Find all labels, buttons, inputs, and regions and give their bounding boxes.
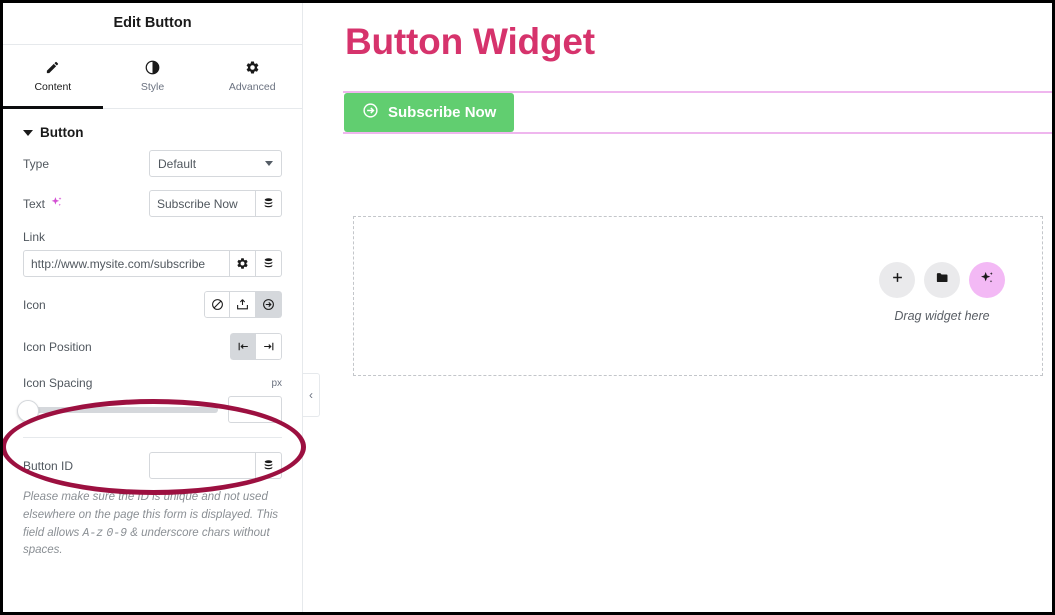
help-mono-1: A-z [82, 526, 104, 540]
field-button-id: Button ID [3, 452, 302, 479]
none-icon[interactable] [204, 291, 230, 318]
text-control: Subscribe Now [149, 190, 282, 217]
ai-sparkle-icon [979, 270, 995, 291]
tab-content-label: Content [34, 81, 72, 93]
field-icon-spacing [3, 396, 302, 423]
subscribe-now-button-label: Subscribe Now [388, 104, 497, 121]
widget-dropzone[interactable]: Drag widget here [353, 216, 1043, 376]
icon-choice-group [204, 291, 282, 318]
link-input[interactable]: http://www.mysite.com/subscribe [23, 250, 230, 277]
pencil-icon [45, 60, 60, 75]
panel-title: Edit Button [3, 3, 302, 45]
divider [23, 437, 282, 438]
button-id-help-text: Please make sure the ID is unique and no… [3, 485, 302, 560]
arrow-circle-right-icon[interactable] [256, 291, 282, 318]
icon-position-choice-group [230, 333, 282, 360]
type-label: Type [23, 156, 50, 171]
field-icon-spacing-header: Icon Spacing px [3, 376, 302, 390]
align-left-icon[interactable] [230, 333, 256, 360]
subscribe-now-button[interactable]: Subscribe Now [344, 93, 515, 132]
field-link: http://www.mysite.com/subscribe [3, 250, 302, 277]
type-select-value: Default [158, 156, 197, 171]
panel-collapse-button[interactable]: ‹ [303, 373, 320, 417]
field-icon-position: Icon Position [3, 333, 302, 360]
link-settings-gear-icon[interactable] [230, 250, 256, 277]
dropzone-label: Drag widget here [894, 309, 990, 323]
tab-advanced-label: Advanced [228, 81, 276, 93]
tab-style-label: Style [140, 81, 165, 93]
arrow-circle-right-icon [362, 102, 379, 123]
field-type: Type Default [3, 150, 302, 177]
icon-spacing-slider[interactable] [17, 399, 218, 422]
upload-icon[interactable] [230, 291, 256, 318]
chevron-down-icon [265, 161, 273, 166]
panel-tabs: Content Style Advanced [3, 45, 302, 109]
text-label: Text [23, 196, 149, 212]
folder-icon [935, 270, 950, 290]
tab-content[interactable]: Content [3, 45, 103, 109]
gear-icon [245, 60, 260, 75]
elementor-editor-screen: Edit Button Content Style Advanced Butto… [0, 0, 1055, 615]
type-control: Default [149, 150, 282, 177]
icon-spacing-slider-handle[interactable] [17, 399, 39, 422]
tab-style[interactable]: Style [103, 45, 203, 108]
contrast-icon [145, 60, 160, 75]
type-select[interactable]: Default [149, 150, 282, 177]
widget-selection-outline: Subscribe Now [343, 91, 1052, 134]
field-text: Text Subscribe Now [3, 190, 302, 217]
icon-spacing-input[interactable] [228, 396, 282, 423]
button-id-input[interactable] [149, 452, 256, 479]
plus-icon [890, 270, 905, 290]
text-label-text: Text [23, 196, 46, 211]
icon-spacing-unit[interactable]: px [271, 378, 282, 389]
link-label: Link [23, 230, 46, 244]
dynamic-tags-icon[interactable] [256, 452, 282, 479]
section-button-title: Button [40, 125, 84, 140]
dynamic-tags-icon[interactable] [256, 250, 282, 277]
open-library-button[interactable] [924, 262, 960, 298]
edit-button-panel: Edit Button Content Style Advanced Butto… [3, 3, 303, 612]
preview-canvas: Button Widget Subscribe Now Drag widget … [304, 3, 1052, 612]
icon-spacing-label: Icon Spacing [23, 376, 93, 390]
dynamic-tags-icon[interactable] [256, 190, 282, 217]
page-title: Button Widget [345, 21, 595, 62]
chevron-left-icon: ‹ [309, 388, 313, 402]
add-element-button[interactable] [879, 262, 915, 298]
text-input[interactable]: Subscribe Now [149, 190, 256, 217]
chevron-down-icon [23, 129, 33, 136]
align-right-icon[interactable] [256, 333, 282, 360]
dropzone-inner: Drag widget here [879, 262, 1005, 323]
icon-label: Icon [23, 297, 46, 312]
dropzone-buttons [879, 262, 1005, 298]
section-button-header[interactable]: Button [3, 109, 302, 150]
ai-sparkle-icon[interactable] [50, 196, 63, 212]
button-id-label: Button ID [23, 458, 74, 473]
button-id-control [149, 452, 282, 479]
tab-advanced[interactable]: Advanced [202, 45, 302, 108]
field-icon: Icon [3, 291, 302, 318]
ai-generate-button[interactable] [969, 262, 1005, 298]
help-mono-2: 0-9 [106, 526, 128, 540]
icon-position-label: Icon Position [23, 339, 92, 354]
